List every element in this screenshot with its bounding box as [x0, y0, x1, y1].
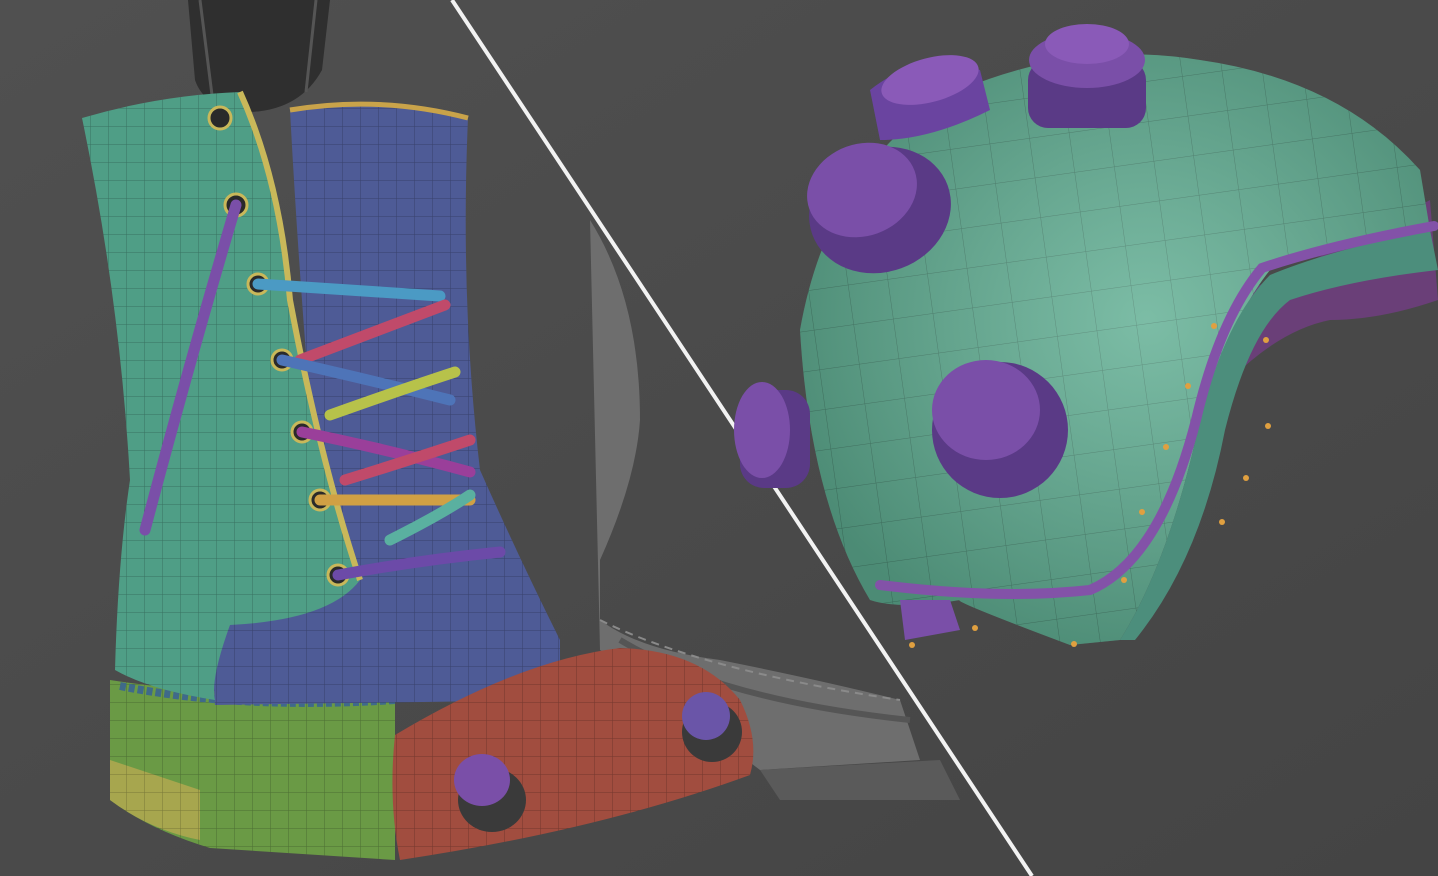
viewport	[0, 0, 1438, 876]
eyelet	[207, 105, 233, 131]
helmet-stud	[734, 382, 810, 488]
scene-svg	[0, 0, 1438, 876]
